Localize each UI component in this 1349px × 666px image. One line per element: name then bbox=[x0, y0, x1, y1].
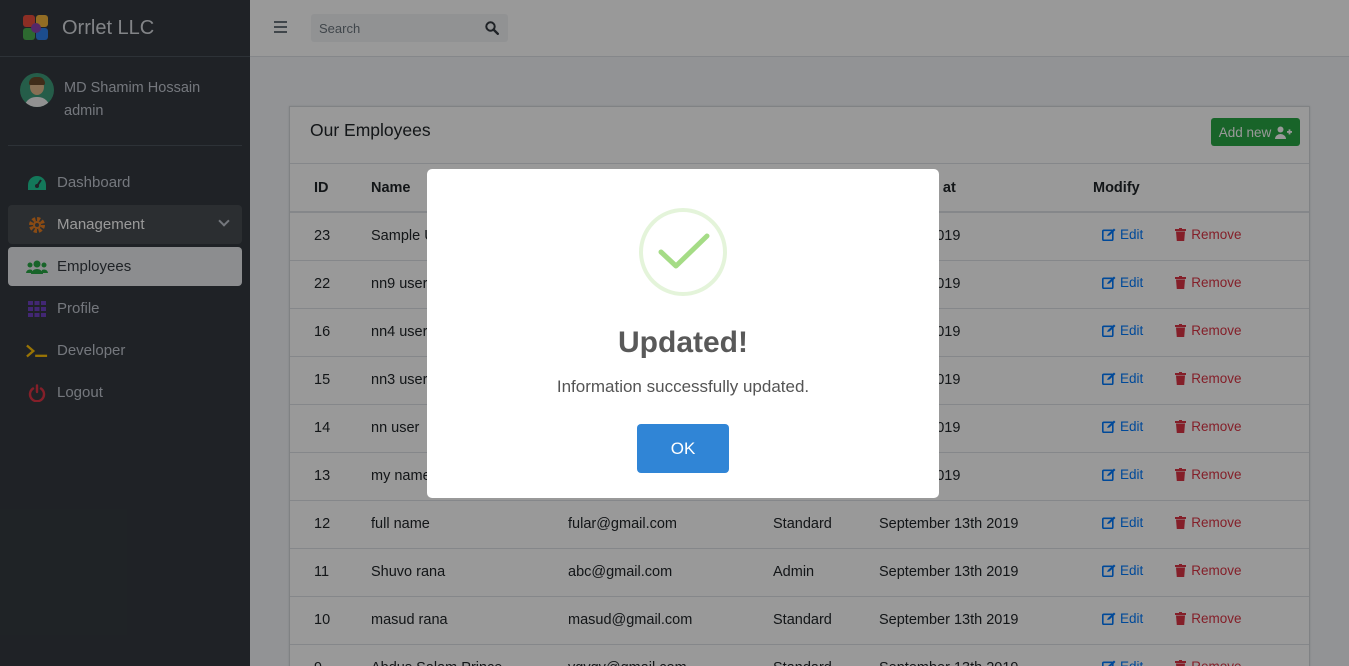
modal-title: Updated! bbox=[618, 326, 748, 359]
ok-button[interactable]: OK bbox=[637, 424, 729, 473]
success-modal: Updated! Information successfully update… bbox=[427, 169, 939, 498]
success-check-icon bbox=[639, 208, 727, 296]
modal-text: Information successfully updated. bbox=[556, 377, 810, 396]
